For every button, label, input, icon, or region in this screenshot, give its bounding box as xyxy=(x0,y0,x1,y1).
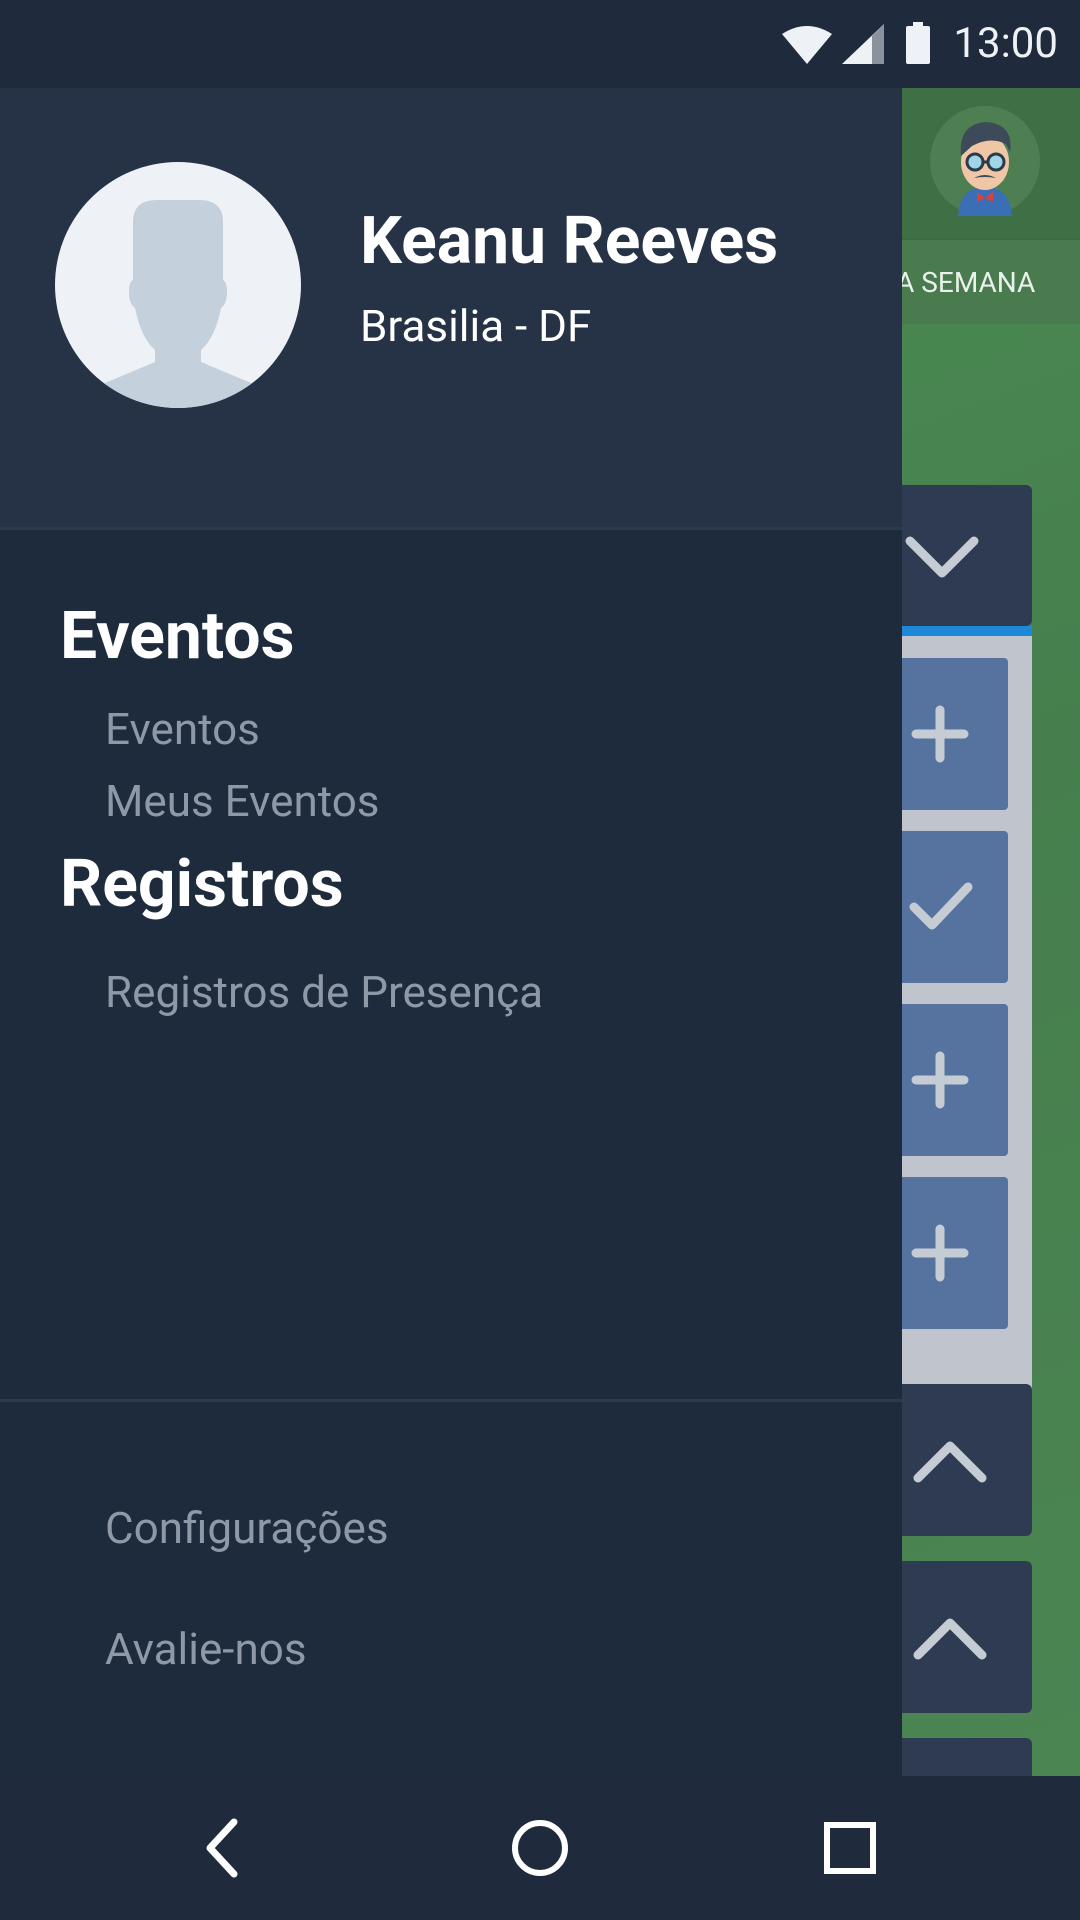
status-bar: 13:00 xyxy=(0,0,1080,88)
tile-checked[interactable] xyxy=(902,831,1008,983)
expand-panel-1[interactable] xyxy=(902,1384,1032,1536)
back-icon xyxy=(206,1818,238,1878)
cartoon-avatar-icon xyxy=(930,106,1040,216)
background-app: DA SEMANA xyxy=(902,88,1080,1776)
plus-icon xyxy=(911,1051,969,1109)
home-button[interactable] xyxy=(490,1798,590,1898)
recents-button[interactable] xyxy=(800,1798,900,1898)
recents-icon xyxy=(824,1822,876,1874)
section-title-registros: Registros xyxy=(60,846,344,923)
app-tab-bar: DA SEMANA xyxy=(902,238,1080,324)
plus-icon xyxy=(911,705,969,763)
status-time: 13:00 xyxy=(953,19,1058,68)
home-icon xyxy=(512,1820,568,1876)
plus-icon xyxy=(911,1224,969,1282)
navigation-bar xyxy=(0,1776,1080,1920)
app-user-avatar[interactable] xyxy=(930,106,1040,216)
section-title-eventos: Eventos xyxy=(60,598,295,675)
user-location: Brasilia - DF xyxy=(360,300,592,352)
chevron-up-icon xyxy=(913,1441,987,1483)
menu-item-meus-eventos[interactable]: Meus Eventos xyxy=(105,775,380,827)
drawer-header: Keanu Reeves Brasilia - DF xyxy=(0,88,902,530)
signal-icon xyxy=(842,24,884,68)
tile-add-2[interactable] xyxy=(902,1004,1008,1156)
check-icon xyxy=(909,882,973,930)
menu-item-eventos[interactable]: Eventos xyxy=(105,703,260,755)
tile-add-1[interactable] xyxy=(902,658,1008,810)
default-user-icon xyxy=(93,200,263,408)
user-name: Keanu Reeves xyxy=(360,203,779,280)
menu-item-avalie-nos[interactable]: Avalie-nos xyxy=(105,1623,307,1675)
app-header xyxy=(902,88,1080,238)
expand-panel-2[interactable] xyxy=(902,1561,1032,1713)
back-button[interactable] xyxy=(172,1798,272,1898)
wifi-icon xyxy=(782,26,832,68)
menu-item-configuracoes[interactable]: Configurações xyxy=(105,1502,389,1554)
expand-panel-3[interactable] xyxy=(902,1738,1032,1776)
footer-divider xyxy=(0,1399,902,1402)
tile-add-3[interactable] xyxy=(902,1177,1008,1329)
chevron-up-icon xyxy=(913,1618,987,1660)
collapse-panel[interactable] xyxy=(902,485,1032,626)
chevron-down-icon xyxy=(905,536,979,578)
profile-avatar[interactable] xyxy=(55,162,301,408)
battery-icon xyxy=(906,22,930,68)
menu-item-registros-de-presenca[interactable]: Registros de Presença xyxy=(105,966,543,1018)
navigation-drawer: Keanu Reeves Brasilia - DF Eventos Event… xyxy=(0,88,902,1776)
app-tab-label[interactable]: DA SEMANA xyxy=(902,266,1078,299)
accent-line xyxy=(902,626,1032,636)
